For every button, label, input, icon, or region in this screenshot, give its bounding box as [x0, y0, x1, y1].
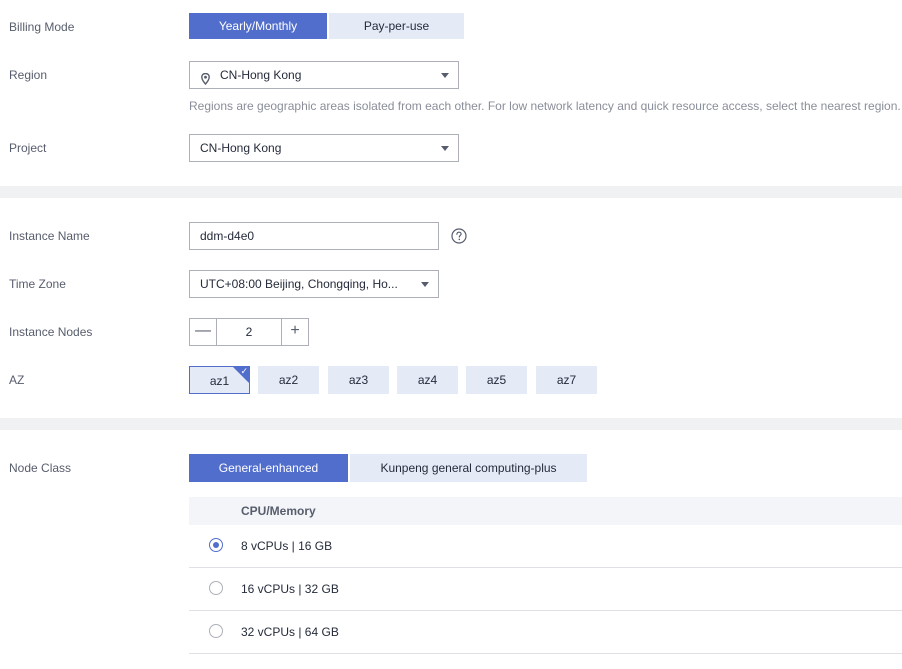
column-header-cpu-memory: CPU/Memory [241, 504, 316, 518]
time-zone-value: UTC+08:00 Beijing, Chongqing, Ho... [200, 277, 398, 291]
caret-down-icon [421, 282, 429, 287]
location-pin-icon [201, 68, 210, 94]
table-row[interactable]: 16 vCPUs | 32 GB [189, 568, 902, 611]
billing-mode-label: Billing Mode [9, 20, 75, 34]
table-row[interactable]: 8 vCPUs | 16 GB [189, 525, 902, 568]
instance-nodes-label: Instance Nodes [9, 325, 93, 339]
table-header: CPU/Memory [189, 497, 902, 526]
az-option-az1[interactable]: az1 ✓ [189, 366, 250, 394]
radio-button[interactable] [209, 624, 223, 638]
region-hint: Regions are geographic areas isolated fr… [189, 99, 901, 113]
help-circle-icon[interactable] [451, 228, 467, 244]
time-zone-select[interactable]: UTC+08:00 Beijing, Chongqing, Ho... [189, 270, 439, 298]
az-option-az4[interactable]: az4 [397, 366, 458, 394]
region-select[interactable]: CN-Hong Kong [189, 61, 459, 89]
region-value: CN-Hong Kong [220, 68, 302, 82]
instance-nodes-input[interactable]: 2 [217, 319, 281, 345]
table-row[interactable]: 32 vCPUs | 64 GB [189, 611, 902, 654]
radio-button[interactable] [209, 538, 223, 552]
project-value: CN-Hong Kong [200, 141, 282, 155]
section-divider [0, 418, 902, 430]
row-cpu-memory: 8 vCPUs | 16 GB [241, 539, 333, 553]
check-icon: ✓ [240, 366, 248, 376]
row-cpu-memory: 32 vCPUs | 64 GB [241, 625, 339, 639]
instance-name-input[interactable]: ddm-d4e0 [189, 222, 439, 250]
caret-down-icon [441, 73, 449, 78]
radio-button[interactable] [209, 581, 223, 595]
billing-pay-per-use-button[interactable]: Pay-per-use [329, 13, 464, 39]
project-select[interactable]: CN-Hong Kong [189, 134, 459, 162]
time-zone-label: Time Zone [9, 277, 66, 291]
row-cpu-memory: 16 vCPUs | 32 GB [241, 582, 339, 596]
az-option-label: az1 [209, 374, 230, 388]
node-class-label: Node Class [9, 461, 72, 475]
az-option-az7[interactable]: az7 [536, 366, 597, 394]
caret-down-icon [441, 146, 449, 151]
instance-name-label: Instance Name [9, 229, 90, 243]
project-label: Project [9, 141, 47, 155]
tab-general-enhanced[interactable]: General-enhanced [189, 454, 348, 482]
az-label: AZ [9, 373, 25, 387]
az-option-az5[interactable]: az5 [466, 366, 527, 394]
region-label: Region [9, 68, 48, 82]
tab-kunpeng-general-computing-plus[interactable]: Kunpeng general computing-plus [350, 454, 587, 482]
billing-yearly-monthly-button[interactable]: Yearly/Monthly [189, 13, 327, 39]
az-option-az2[interactable]: az2 [258, 366, 319, 394]
instance-nodes-stepper: — 2 + [189, 318, 309, 346]
increment-button[interactable]: + [281, 319, 308, 345]
section-divider [0, 186, 902, 198]
decrement-button[interactable]: — [190, 319, 217, 345]
az-option-az3[interactable]: az3 [328, 366, 389, 394]
